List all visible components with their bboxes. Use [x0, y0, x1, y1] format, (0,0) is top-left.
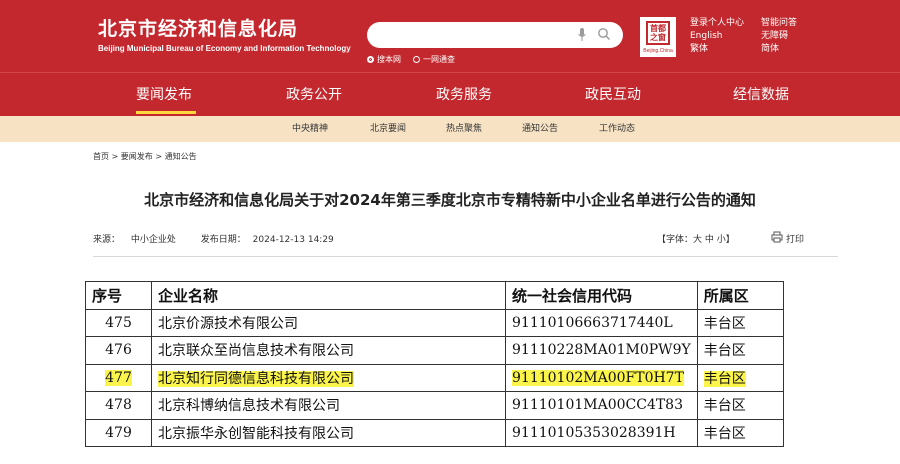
highlight-mark: 北京知行同德信息科技有限公司 [158, 370, 354, 387]
table-row: 478 北京科博纳信息技术有限公司 91110101MA00CC4T83 丰台区 [85, 391, 784, 420]
capital-window-text: Beijing.China [643, 48, 673, 54]
row-credit-code: 91110102MA00FT0H7T [505, 363, 698, 392]
sub-nav: 中央精神 北京要闻 热点聚焦 通知公告 工作动态 [0, 116, 900, 142]
date-label: 发布日期： [200, 235, 246, 245]
capital-window-mark: 首都之窗 [646, 21, 670, 45]
accessibility-link[interactable]: 无障碍 [761, 30, 797, 43]
source-label: 来源： [93, 235, 121, 245]
table-row: 475 北京价源技术有限公司 91110106663717440L 丰台区 [85, 308, 784, 337]
page: 北京市经济和信息化局 Beijing Municipal Bureau of E… [0, 0, 900, 464]
scope-all-label: 一网通查 [423, 55, 455, 64]
simplified-chinese-link[interactable]: 简体 [761, 43, 797, 56]
scope-all[interactable]: 一网通查 [413, 54, 455, 65]
table-header-row: 序号 企业名称 统一社会信用代码 所属区 [85, 281, 784, 310]
row-district: 丰台区 [696, 308, 784, 337]
row-seq: 479 [85, 418, 152, 447]
row-district: 丰台区 [696, 418, 784, 447]
top-links-col2: 智能问答 无障碍 简体 [761, 17, 797, 56]
meta-divider [93, 256, 838, 257]
article-title: 北京市经济和信息化局关于对2024年第三季度北京市专精特新中小企业名单进行公告的… [144, 191, 756, 209]
source-value: 中小企业处 [130, 235, 176, 245]
radio-unselected-icon [413, 56, 420, 63]
site-subtitle: Beijing Municipal Bureau of Economy and … [98, 44, 351, 53]
subnav-central-spirit[interactable]: 中央精神 [292, 116, 328, 142]
subnav-notices[interactable]: 通知公告 [522, 116, 558, 142]
subnav-beijing-news[interactable]: 北京要闻 [370, 116, 406, 142]
microphone-icon[interactable] [577, 27, 587, 43]
row-company: 北京知行同德信息科技有限公司 [151, 363, 506, 392]
row-district: 丰台区 [696, 336, 784, 365]
article-meta: 来源： 中小企业处 发布日期： 2024-12-13 14:29 [93, 232, 334, 245]
table-row: 479 北京振华永创智能科技有限公司 91110105353028391H 丰台… [85, 418, 784, 447]
row-seq: 476 [85, 336, 152, 365]
search-scope: 搜本网 一网通查 [367, 54, 467, 65]
row-credit-code: 91110101MA00CC4T83 [505, 391, 698, 420]
row-credit-code: 91110228MA01M0PW9Y [505, 336, 698, 365]
top-links-col1: 登录个人中心 English 繁体 [690, 17, 744, 56]
row-district: 丰台区 [696, 391, 784, 420]
breadcrumb[interactable]: 首页 > 要闻发布 > 通知公告 [93, 151, 197, 162]
row-company: 北京联众至尚信息技术有限公司 [151, 336, 506, 365]
scope-site-label: 搜本网 [377, 55, 401, 64]
subnav-work-updates[interactable]: 工作动态 [599, 116, 635, 142]
capital-window-logo[interactable]: 首都之窗 Beijing.China [640, 17, 676, 57]
header-seq: 序号 [85, 281, 152, 310]
table-row-highlighted: 477 北京知行同德信息科技有限公司 91110102MA00FT0H7T 丰台… [85, 363, 784, 392]
scope-site[interactable]: 搜本网 [367, 54, 401, 65]
nav-data[interactable]: 经信数据 [733, 73, 789, 117]
row-seq: 478 [85, 391, 152, 420]
date-value: 2024-12-13 14:29 [252, 235, 334, 245]
row-seq: 475 [85, 308, 152, 337]
row-credit-code: 91110106663717440L [505, 308, 698, 337]
nav-interaction[interactable]: 政民互动 [585, 73, 641, 117]
row-seq: 477 [85, 363, 152, 392]
site-title[interactable]: 北京市经济和信息化局 [98, 14, 298, 41]
highlight-mark: 477 [105, 369, 132, 386]
row-company: 北京科博纳信息技术有限公司 [151, 391, 506, 420]
header-district: 所属区 [696, 281, 784, 310]
row-company: 北京价源技术有限公司 [151, 308, 506, 337]
header-company: 企业名称 [151, 281, 506, 310]
radio-selected-icon [367, 56, 374, 63]
main-nav: 要闻发布 政务公开 政务服务 政民互动 经信数据 [0, 72, 900, 116]
row-district: 丰台区 [696, 363, 784, 392]
smart-qa-link[interactable]: 智能问答 [761, 17, 797, 30]
header-credit-code: 统一社会信用代码 [505, 281, 698, 310]
search-icon[interactable] [597, 27, 611, 41]
nav-gov-services[interactable]: 政务服务 [436, 73, 492, 117]
highlight-mark: 91110102MA00FT0H7T [512, 369, 684, 386]
nav-active-indicator [136, 111, 196, 114]
row-credit-code: 91110105353028391H [505, 418, 698, 447]
traditional-chinese-link[interactable]: 繁体 [690, 43, 744, 56]
table-row: 476 北京联众至尚信息技术有限公司 91110228MA01M0PW9Y 丰台… [85, 336, 784, 365]
login-link[interactable]: 登录个人中心 [690, 17, 744, 30]
font-size-control[interactable]: 【字体：大 中 小】 [657, 232, 735, 245]
english-link[interactable]: English [690, 30, 744, 43]
printer-icon[interactable] [771, 231, 783, 243]
highlight-mark: 丰台区 [703, 370, 746, 387]
subnav-hot-topics[interactable]: 热点聚焦 [446, 116, 482, 142]
print-button[interactable]: 打印 [786, 232, 804, 245]
row-company: 北京振华永创智能科技有限公司 [151, 418, 506, 447]
enterprise-table: 序号 企业名称 统一社会信用代码 所属区 475 北京价源技术有限公司 9111… [85, 281, 784, 447]
nav-gov-affairs[interactable]: 政务公开 [286, 73, 342, 117]
site-header: 北京市经济和信息化局 Beijing Municipal Bureau of E… [0, 0, 900, 72]
